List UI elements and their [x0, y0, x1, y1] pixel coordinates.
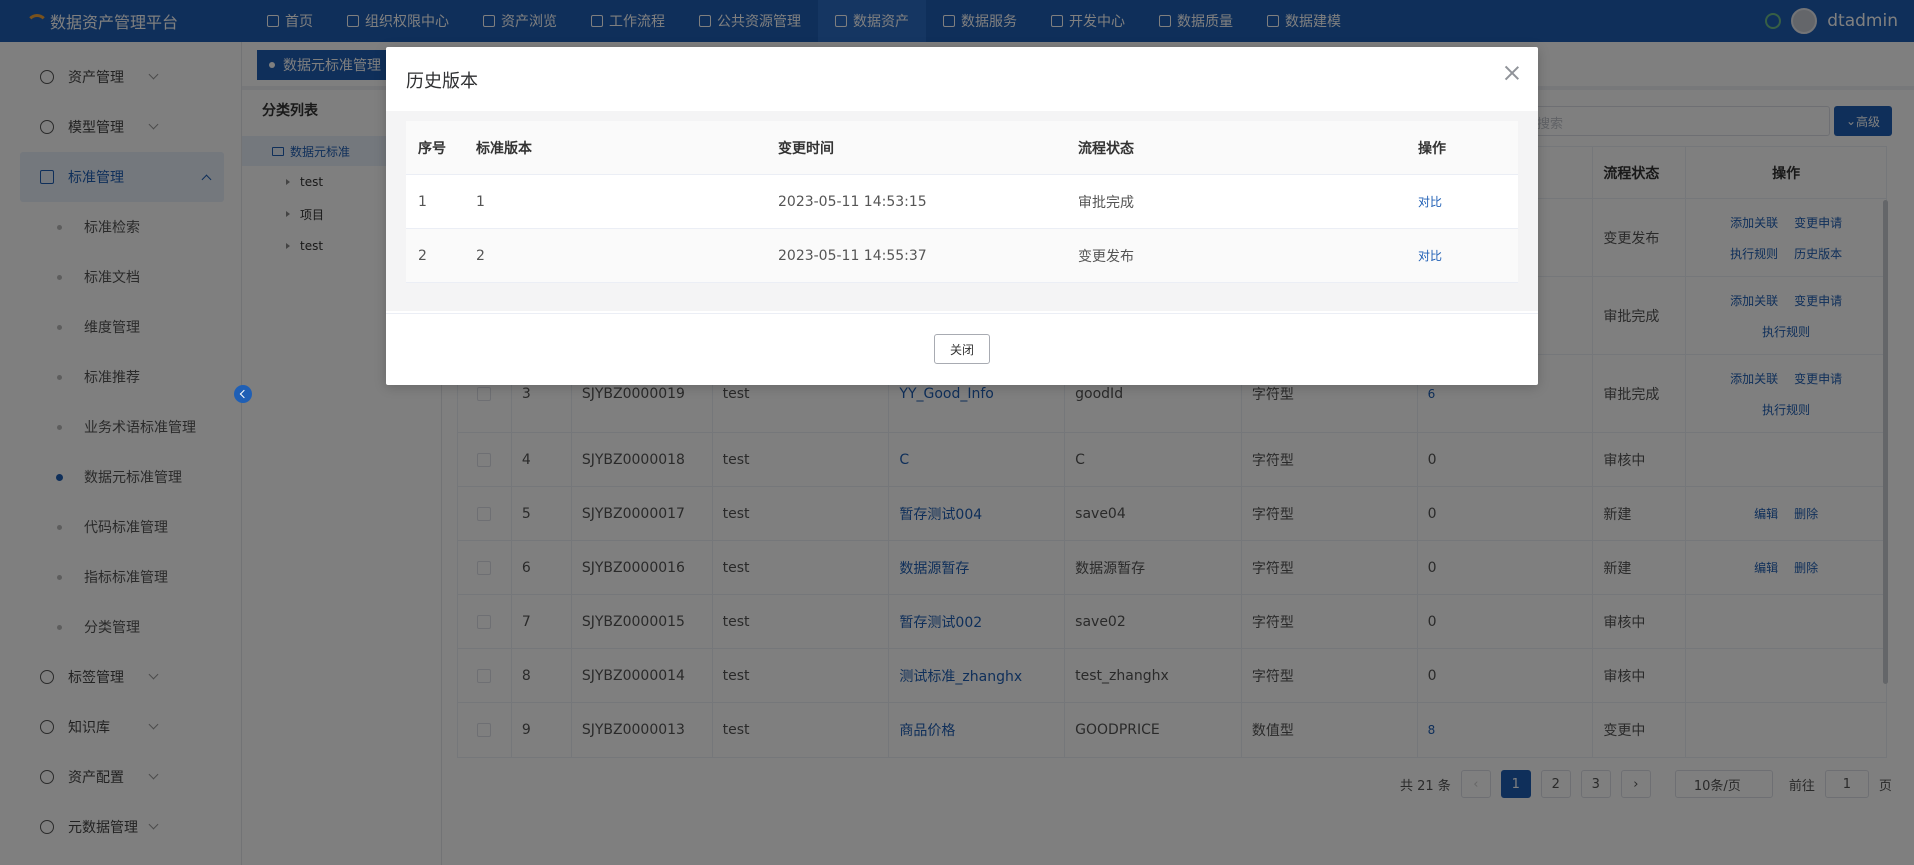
row-change-time: 2023-05-11 14:55:37 [778, 247, 927, 264]
sidebar-collapse-button[interactable] [234, 385, 252, 403]
table-row: 2 2 2023-05-11 14:55:37 变更发布 对比 [406, 229, 1518, 283]
row-version: 1 [476, 193, 485, 210]
header-flow-status: 流程状态 [1078, 140, 1134, 157]
version-table: 序号 标准版本 变更时间 流程状态 操作 1 1 2023-05-11 14:5… [406, 121, 1518, 283]
version-table-header: 序号 标准版本 变更时间 流程状态 操作 [406, 121, 1518, 175]
header-version: 标准版本 [476, 140, 532, 157]
compare-link[interactable]: 对比 [1418, 249, 1442, 263]
row-flow-status: 审批完成 [1078, 194, 1134, 211]
row-change-time: 2023-05-11 14:53:15 [778, 193, 927, 210]
header-change-time: 变更时间 [778, 140, 834, 157]
dialog-title: 历史版本 [406, 71, 478, 92]
row-flow-status: 变更发布 [1078, 248, 1134, 265]
header-operation: 操作 [1418, 140, 1446, 157]
close-button[interactable]: 关闭 [934, 334, 990, 364]
compare-link[interactable]: 对比 [1418, 195, 1442, 209]
row-index: 2 [418, 247, 427, 264]
history-version-dialog: 历史版本 序号 标准版本 变更时间 流程状态 操作 1 1 2023-05-11… [386, 47, 1538, 385]
close-icon[interactable] [1504, 65, 1520, 81]
header-index: 序号 [418, 140, 446, 157]
dialog-footer-divider [386, 313, 1538, 314]
row-version: 2 [476, 247, 485, 264]
table-row: 1 1 2023-05-11 14:53:15 审批完成 对比 [406, 175, 1518, 229]
row-index: 1 [418, 193, 427, 210]
